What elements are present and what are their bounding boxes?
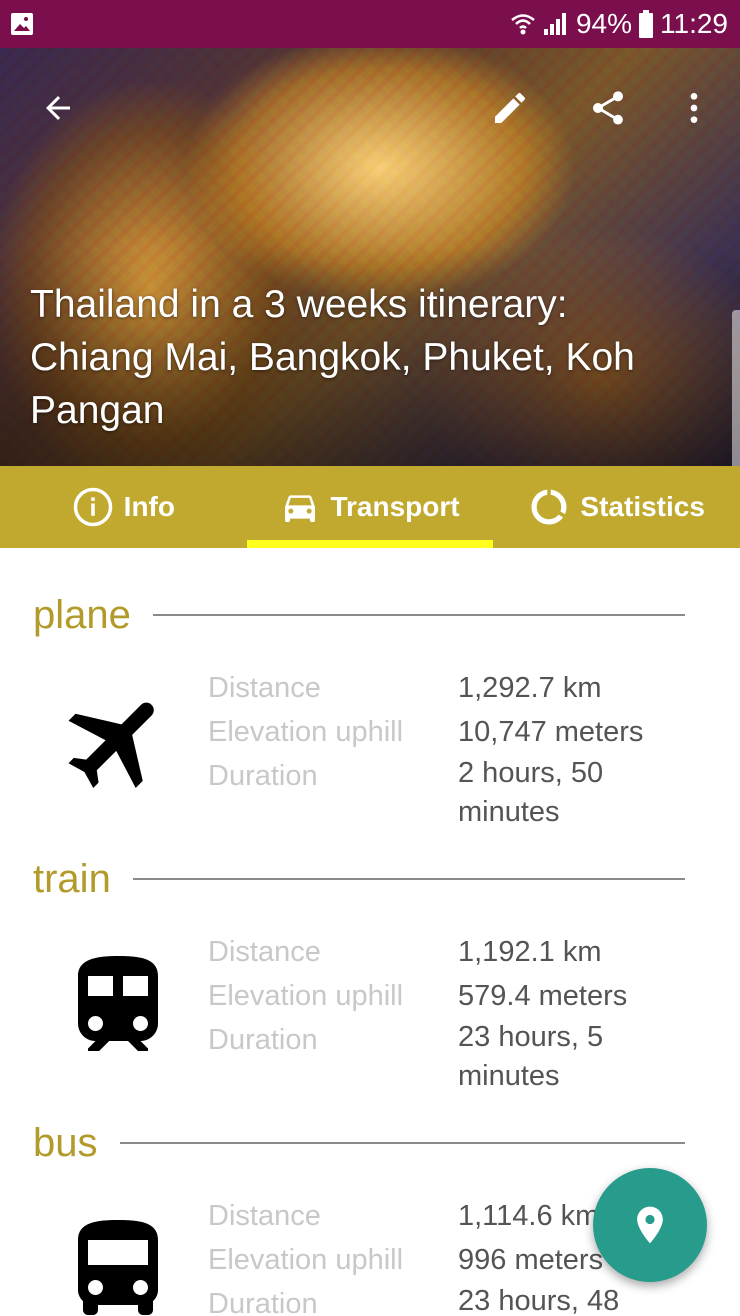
info-icon — [73, 487, 112, 527]
tab-statistics[interactable]: Statistics — [493, 466, 740, 548]
duration-label: Duration — [208, 1288, 318, 1316]
wifi-icon — [511, 14, 535, 35]
tab-label: Statistics — [580, 491, 705, 522]
signal-icon — [543, 13, 566, 35]
back-button[interactable] — [34, 84, 82, 132]
clock: 11:29 — [660, 8, 728, 39]
plane-icon — [68, 702, 154, 788]
duration-label: Duration — [208, 760, 318, 792]
duration-value: 23 hours, 5 — [458, 1021, 604, 1053]
back-arrow-icon — [46, 96, 70, 120]
tab-bar: Info Transport Statistics — [0, 466, 740, 548]
more-vert-icon — [690, 93, 698, 123]
transport-section-train: train Distance Elevation uphill Duration… — [0, 812, 740, 1092]
status-bar: 94% 11:29 — [0, 0, 740, 48]
field-labels: Distance Elevation uphill Duration — [208, 666, 403, 798]
elevation-label: Elevation uphill — [208, 980, 404, 1012]
trip-title: Thailand in a 3 weeks itinerary: Chiang … — [30, 283, 635, 432]
elevation-value: 579.4 meters — [458, 980, 628, 1012]
donut-chart-icon — [531, 489, 567, 525]
transport-section-plane: plane Distance Elevation uphill Duration… — [0, 548, 740, 828]
map-fab-button[interactable] — [593, 1168, 707, 1282]
section-divider — [132, 878, 685, 880]
field-labels: Distance Elevation uphill Duration — [208, 930, 403, 1062]
section-header: train — [33, 852, 685, 906]
share-icon — [592, 91, 623, 125]
section-header: bus — [33, 1116, 685, 1170]
distance-label: Distance — [208, 1200, 321, 1232]
selected-tab-indicator — [246, 540, 494, 548]
duration-label: Duration — [208, 1024, 318, 1056]
section-divider — [119, 1142, 685, 1144]
tab-label: Transport — [330, 491, 460, 522]
distance-value: 1,192.1 km — [458, 936, 602, 968]
car-icon — [285, 495, 316, 522]
distance-label: Distance — [208, 672, 321, 704]
share-button[interactable] — [584, 84, 632, 132]
distance-value: 1,292.7 km — [458, 672, 602, 704]
elevation-value: 10,747 meters — [458, 716, 644, 748]
tab-label: Info — [123, 491, 175, 522]
map-marker-icon — [637, 1206, 663, 1244]
tab-transport[interactable]: Transport — [246, 466, 494, 548]
field-values: 1,192.1 km 579.4 meters 23 hours, 5 minu… — [458, 930, 698, 1096]
more-options-button[interactable] — [670, 84, 718, 132]
section-header: plane — [33, 588, 685, 642]
elevation-label: Elevation uphill — [208, 1244, 404, 1276]
section-title: bus — [33, 1120, 98, 1165]
gallery-icon — [11, 13, 33, 35]
duration-value: 23 hours, 48 — [458, 1285, 620, 1316]
edit-button[interactable] — [486, 84, 534, 132]
field-labels: Distance Elevation uphill Duration — [208, 1194, 403, 1316]
section-divider — [152, 614, 685, 616]
elevation-label: Elevation uphill — [208, 716, 404, 748]
battery-percent: 94% — [575, 8, 632, 39]
field-values: 1,292.7 km 10,747 meters 2 hours, 50 min… — [458, 666, 698, 832]
section-title: plane — [33, 592, 131, 637]
duration-value: 2 hours, 50 — [458, 757, 604, 789]
train-icon — [78, 956, 158, 1051]
battery-icon — [639, 10, 653, 38]
tab-info[interactable]: Info — [0, 466, 247, 548]
section-title: train — [33, 856, 111, 901]
bus-icon — [78, 1220, 158, 1315]
distance-label: Distance — [208, 936, 321, 968]
edit-pencil-icon — [495, 92, 525, 123]
trip-header-image: Thailand in a 3 weeks itinerary: Chiang … — [0, 48, 740, 466]
